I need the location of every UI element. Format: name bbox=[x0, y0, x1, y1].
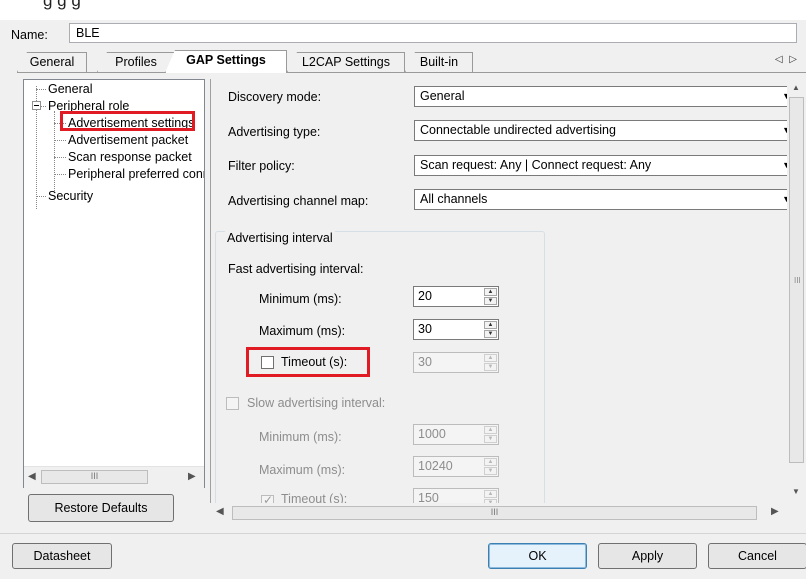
stepper-up-icon[interactable]: ▲ bbox=[484, 458, 497, 466]
stepper-up-icon[interactable]: ▲ bbox=[484, 490, 497, 498]
scroll-thumb[interactable]: III bbox=[41, 470, 148, 484]
channel-map-label: Advertising channel map: bbox=[228, 194, 369, 208]
stepper-down-icon[interactable]: ▼ bbox=[484, 297, 497, 305]
slow-timeout-value: 150 bbox=[418, 491, 439, 503]
stepper-down-icon[interactable]: ▼ bbox=[484, 330, 497, 338]
stepper-down-icon[interactable]: ▼ bbox=[484, 435, 497, 443]
tab-strip: General Profiles GAP Settings L2CAP Sett… bbox=[17, 50, 806, 73]
cancel-button[interactable]: Cancel bbox=[708, 543, 806, 569]
checkmark-icon: ✓ bbox=[263, 493, 274, 503]
fast-maximum-value: 30 bbox=[418, 322, 432, 336]
fast-minimum-label: Minimum (ms): bbox=[259, 292, 342, 306]
scroll-up-icon[interactable]: ▲ bbox=[792, 83, 800, 92]
slow-timeout-stepper[interactable]: 150 ▲ ▼ bbox=[413, 488, 499, 503]
fast-maximum-label: Maximum (ms): bbox=[259, 324, 346, 338]
tab-gap-settings[interactable]: GAP Settings bbox=[165, 50, 287, 73]
scroll-left-icon[interactable]: ◀ bbox=[216, 506, 224, 517]
highlight-box-timeout bbox=[246, 347, 370, 377]
settings-horizontal-scrollbar[interactable]: ◀ III ▶ bbox=[211, 503, 787, 522]
scroll-thumb[interactable]: III bbox=[232, 506, 757, 520]
tab-general[interactable]: General bbox=[17, 52, 87, 72]
fast-timeout-stepper[interactable]: 30 ▲ ▼ bbox=[413, 352, 499, 373]
slow-maximum-value: 10240 bbox=[418, 459, 453, 473]
slow-maximum-stepper[interactable]: 10240 ▲ ▼ bbox=[413, 456, 499, 477]
stepper-up-icon[interactable]: ▲ bbox=[484, 321, 497, 329]
dialog-window: g g g Name: General Profiles GAP Setting… bbox=[0, 0, 806, 579]
discovery-mode-value: General bbox=[420, 89, 465, 103]
filter-policy-value: Scan request: Any | Connect request: Any bbox=[420, 158, 652, 172]
stepper-down-icon[interactable]: ▼ bbox=[484, 363, 497, 371]
tree-item-advertisement-packet[interactable]: Advertisement packet bbox=[68, 133, 188, 147]
tree-line bbox=[54, 157, 66, 158]
scroll-right-icon[interactable]: ▶ bbox=[771, 506, 779, 517]
fast-maximum-stepper[interactable]: 30 ▲ ▼ bbox=[413, 319, 499, 340]
settings-tree[interactable]: General Peripheral role Advertisement se… bbox=[23, 79, 205, 488]
tab-profiles[interactable]: Profiles bbox=[97, 52, 175, 72]
stepper-up-icon[interactable]: ▲ bbox=[484, 354, 497, 362]
tree-item-general[interactable]: General bbox=[48, 82, 92, 96]
advertising-interval-title: Advertising interval bbox=[225, 231, 335, 245]
slow-timeout-label: Timeout (s): bbox=[281, 492, 348, 503]
tree-item-security[interactable]: Security bbox=[48, 189, 93, 203]
channel-map-value: All channels bbox=[420, 192, 488, 206]
stepper-up-icon[interactable]: ▲ bbox=[484, 288, 497, 296]
slow-minimum-value: 1000 bbox=[418, 427, 446, 441]
cut-off-heading: g g g bbox=[0, 0, 806, 20]
discovery-mode-select[interactable]: General ▼ bbox=[414, 86, 794, 107]
cut-off-heading-text: g g g bbox=[43, 0, 81, 10]
scroll-grip: III bbox=[794, 276, 801, 285]
scroll-right-icon[interactable]: ▶ bbox=[188, 471, 196, 482]
tab-l2cap-settings[interactable]: L2CAP Settings bbox=[287, 52, 405, 72]
tree-line bbox=[36, 196, 46, 197]
scroll-down-icon[interactable]: ▼ bbox=[792, 487, 800, 496]
name-input[interactable] bbox=[69, 23, 797, 43]
settings-vertical-scrollbar[interactable]: ▲ III ▼ bbox=[787, 79, 806, 503]
channel-map-select[interactable]: All channels ▼ bbox=[414, 189, 794, 210]
scroll-left-icon[interactable]: ◀ bbox=[28, 471, 36, 482]
advertising-type-label: Advertising type: bbox=[228, 125, 321, 139]
ok-button[interactable]: OK bbox=[488, 543, 587, 569]
footer-divider bbox=[0, 533, 806, 534]
gap-settings-panel: Discovery mode: General ▼ Advertising ty… bbox=[210, 79, 806, 503]
slow-timeout-checkbox[interactable]: ✓ bbox=[261, 493, 274, 503]
tree-line bbox=[54, 174, 66, 175]
collapse-icon[interactable] bbox=[32, 101, 41, 110]
tree-item-peripheral-preferred[interactable]: Peripheral preferred connection bbox=[68, 167, 204, 181]
slow-minimum-stepper[interactable]: 1000 ▲ ▼ bbox=[413, 424, 499, 445]
stepper-down-icon[interactable]: ▼ bbox=[484, 467, 497, 475]
fast-timeout-value: 30 bbox=[418, 355, 432, 369]
slow-interval-checkbox[interactable] bbox=[226, 397, 239, 410]
tab-divider bbox=[17, 72, 806, 73]
tab-scroll-arrows[interactable]: ◁ ▷ bbox=[775, 54, 799, 65]
tree-item-scan-response-packet[interactable]: Scan response packet bbox=[68, 150, 192, 164]
filter-policy-select[interactable]: Scan request: Any | Connect request: Any… bbox=[414, 155, 794, 176]
tree-line bbox=[36, 89, 46, 90]
slow-interval-label: Slow advertising interval: bbox=[247, 396, 386, 410]
name-label: Name: bbox=[11, 28, 48, 42]
discovery-mode-label: Discovery mode: bbox=[228, 90, 322, 104]
tree-horizontal-scrollbar[interactable]: ◀ III ▶ bbox=[24, 466, 204, 488]
scroll-thumb[interactable]: III bbox=[789, 97, 804, 463]
datasheet-button[interactable]: Datasheet bbox=[12, 543, 112, 569]
tree-line bbox=[54, 140, 66, 141]
fast-interval-label: Fast advertising interval: bbox=[228, 262, 364, 276]
tab-built-in[interactable]: Built-in bbox=[405, 52, 473, 72]
advertising-type-value: Connectable undirected advertising bbox=[420, 123, 616, 137]
slow-minimum-label: Minimum (ms): bbox=[259, 430, 342, 444]
advertising-type-select[interactable]: Connectable undirected advertising ▼ bbox=[414, 120, 794, 141]
stepper-up-icon[interactable]: ▲ bbox=[484, 426, 497, 434]
fast-minimum-value: 20 bbox=[418, 289, 432, 303]
restore-defaults-button[interactable]: Restore Defaults bbox=[28, 494, 174, 522]
highlight-box-tree bbox=[60, 111, 195, 131]
filter-policy-label: Filter policy: bbox=[228, 159, 295, 173]
apply-button[interactable]: Apply bbox=[598, 543, 697, 569]
slow-maximum-label: Maximum (ms): bbox=[259, 463, 346, 477]
fast-minimum-stepper[interactable]: 20 ▲ ▼ bbox=[413, 286, 499, 307]
tree-line bbox=[41, 106, 46, 107]
